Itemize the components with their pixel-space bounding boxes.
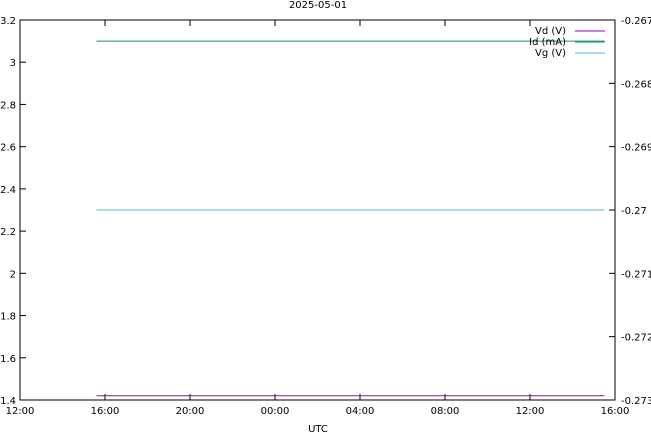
x-tick-label: 00:00 (261, 406, 290, 417)
x-tick-label: 16:00 (601, 406, 630, 417)
legend: Vd (V)Id (mA)Vg (V) (529, 26, 605, 59)
y-tick-label: 2.4 (0, 185, 16, 196)
y-tick-label: 1.6 (0, 354, 16, 365)
x-tick-label: 12:00 (516, 406, 545, 417)
y-tick-label: 3.2 (0, 16, 16, 27)
y-tick-label: 2.8 (0, 100, 16, 111)
y2-tick-label: -0.272 (621, 333, 651, 344)
x-axis-ticks: 12:00 16:00 20:00 00:00 04:00 08:00 12:00 16:00 (6, 20, 630, 417)
y-tick-label: 2 (10, 269, 16, 280)
x-tick-label: 16:00 (91, 406, 120, 417)
x-axis-label: UTC (308, 424, 328, 432)
x-tick-label: 12:00 (6, 406, 35, 417)
x-tick-label: 08:00 (431, 406, 460, 417)
y-axis-ticks: 1.41.61.822.22.42.62.833.2 (0, 16, 26, 407)
legend-label-1: Id (mA) (529, 37, 566, 48)
x-tick-label: 04:00 (346, 406, 375, 417)
y-tick-label: 2.6 (0, 143, 16, 154)
y-tick-label: 2.2 (0, 227, 16, 238)
chart-title: 2025-05-01 (289, 0, 347, 11)
y-tick-label: 3 (10, 58, 16, 69)
chart: 2025-05-01 1.41.61.822.22.42.62.833.2 -0… (0, 0, 651, 432)
series-lines (96, 40, 605, 397)
legend-label-2: Vg (V) (535, 48, 566, 59)
x-tick-label: 20:00 (176, 406, 205, 417)
y2-tick-label: -0.267 (621, 16, 651, 27)
y-tick-label: 1.8 (0, 312, 16, 323)
legend-label-0: Vd (V) (535, 26, 566, 37)
y2-tick-label: -0.268 (621, 79, 651, 90)
y2-tick-label: -0.269 (621, 143, 651, 154)
y2-tick-label: -0.271 (621, 269, 651, 280)
y2-tick-label: -0.27 (621, 206, 647, 217)
